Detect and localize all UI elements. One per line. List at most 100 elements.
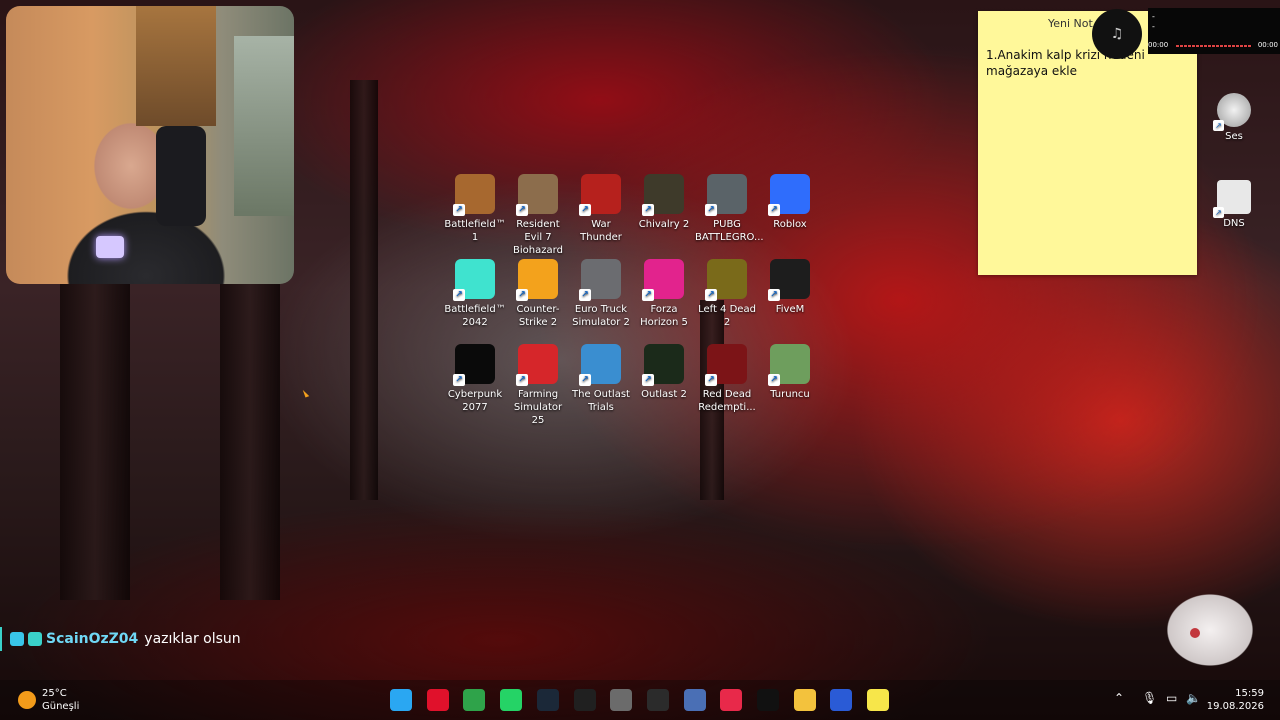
photos-icon[interactable] <box>830 689 853 711</box>
epic-games-icon[interactable] <box>573 689 596 711</box>
sun-icon <box>18 691 36 709</box>
chat-badge-icon <box>28 632 42 646</box>
counter-strike-icon: ↗ <box>516 259 558 301</box>
taskbar: 25°C Güneşli ⌃ 🎙 ▭ 🔈 15:59 19.08.2026 <box>0 680 1280 720</box>
weather-desc: Güneşli <box>42 701 80 712</box>
chat-username: ScainOzZ04 <box>46 631 139 647</box>
desktop-icon-forza[interactable]: ↗ Forza Horizon 5 <box>632 255 696 329</box>
shortcut-arrow-icon: ↗ <box>453 374 465 386</box>
battlefield-1-icon: ↗ <box>453 174 495 216</box>
desktop-icon-fivem[interactable]: ↗ FiveM <box>758 255 822 316</box>
album-art-icon[interactable]: ♫ <box>1092 9 1142 59</box>
desktop-icon-turuncu[interactable]: ↗ Turuncu <box>758 340 822 401</box>
red-dead-icon: ↗ <box>705 344 747 386</box>
weather-widget[interactable]: 25°C Güneşli <box>18 687 79 713</box>
mouse-cursor-icon <box>302 388 310 398</box>
fivem-icon: ↗ <box>768 259 810 301</box>
desktop-icon-label: War Thunder <box>580 219 622 243</box>
pubg-icon: ↗ <box>705 174 747 216</box>
github-desktop-icon[interactable] <box>610 689 633 711</box>
clock-date: 19.08.2026 <box>1206 701 1264 712</box>
sticky-notes-icon[interactable] <box>867 689 890 711</box>
desktop-icon-label: Resident Evil 7 Biohazard <box>513 219 563 256</box>
desktop-icon-label: Cyberpunk 2077 <box>447 389 503 413</box>
desktop-icon-dns[interactable]: ↗ DNS <box>1209 180 1259 229</box>
chevron-up-icon[interactable]: ⌃ <box>1114 691 1124 705</box>
chat-message: ScainOzZ04 yazıklar olsun <box>0 627 241 651</box>
media-progress-bar[interactable] <box>1176 45 1252 47</box>
desktop-icon-label: Left 4 Dead 2 <box>698 304 756 328</box>
chrome-icon[interactable] <box>463 689 486 711</box>
desktop-icon-label: Counter-Strike 2 <box>516 304 560 328</box>
desktop-icon-euro-truck[interactable]: ↗ Euro Truck Simulator 2 <box>569 255 633 329</box>
desktop-icon-label: Turuncu <box>770 389 810 400</box>
desktop-icon-battlefield-1[interactable]: ↗ Battlefield™ 1 <box>443 170 507 244</box>
desktop-icon-label: Roblox <box>773 219 807 230</box>
desktop-icon-label: DNS <box>1223 218 1245 229</box>
desktop-icon-label: The Outlast Trials <box>572 389 630 413</box>
desktop-icon-chivalry[interactable]: ↗ Chivalry 2 <box>632 170 696 231</box>
war-thunder-icon: ↗ <box>579 174 621 216</box>
desktop-icon-label: Euro Truck Simulator 2 <box>572 304 630 328</box>
tree-trunk <box>350 80 378 500</box>
desktop-icon-label: FiveM <box>775 304 805 315</box>
shortcut-arrow-icon: ↗ <box>705 204 717 216</box>
desktop-icon-ses[interactable]: ↗ Ses <box>1209 93 1259 142</box>
webcam-background-shelf <box>136 6 216 126</box>
webcam-microphone <box>96 236 124 258</box>
euro-truck-icon: ↗ <box>579 259 621 301</box>
shortcut-arrow-icon: ↗ <box>453 204 465 216</box>
network-icon[interactable]: ▭ <box>1166 691 1177 705</box>
speaker-icon: ↗ <box>1213 93 1251 131</box>
webcam-background-window <box>234 36 294 216</box>
capcut-icon[interactable] <box>757 689 779 711</box>
chat-badge-icon <box>10 632 24 646</box>
media-player-icon[interactable] <box>720 689 743 711</box>
forza-icon: ↗ <box>642 259 684 301</box>
desktop-icon-resident-evil[interactable]: ↗ Resident Evil 7 Biohazard <box>506 170 570 257</box>
whatsapp-icon[interactable] <box>500 689 523 711</box>
shortcut-arrow-icon: ↗ <box>1213 207 1224 218</box>
desktop-icon-label: Chivalry 2 <box>638 219 690 230</box>
desktop-icon-label: Forza Horizon 5 <box>640 304 688 328</box>
desktop-icon-label: Ses <box>1225 131 1243 142</box>
cyberpunk-icon: ↗ <box>453 344 495 386</box>
desktop-icon-pubg[interactable]: ↗ PUBG BATTLEGRO... <box>695 170 764 244</box>
desktop-icon-cyberpunk[interactable]: ↗ Cyberpunk 2077 <box>443 340 507 414</box>
opera-icon[interactable] <box>426 689 449 711</box>
rat-eye <box>1190 628 1200 638</box>
steam-icon[interactable] <box>536 689 559 711</box>
desktop-icon-left4dead[interactable]: ↗ Left 4 Dead 2 <box>695 255 759 329</box>
desktop-icon-counter-strike[interactable]: ↗ Counter-Strike 2 <box>506 255 570 329</box>
desktop-icon-battlefield-2042[interactable]: ↗ Battlefield™ 2042 <box>443 255 507 329</box>
volume-icon[interactable]: 🔈 <box>1186 691 1201 705</box>
sticky-note-title: Yeni Not <box>1048 17 1093 30</box>
shortcut-arrow-icon: ↗ <box>579 204 591 216</box>
media-widget[interactable]: ♫ - - 00:00 00:00 <box>1092 6 1280 59</box>
shortcut-arrow-icon: ↗ <box>768 374 780 386</box>
resident-evil-icon: ↗ <box>516 174 558 216</box>
shortcut-arrow-icon: ↗ <box>516 289 528 301</box>
desktop-icon-farming-sim[interactable]: ↗ Farming Simulator 25 <box>506 340 570 427</box>
dns-gear-icon: ↗ <box>1213 180 1251 218</box>
file-explorer-icon[interactable] <box>793 689 816 711</box>
chat-text: yazıklar olsun <box>144 631 241 647</box>
left4dead-icon: ↗ <box>705 259 747 301</box>
desktop-icon-outlast-trials[interactable]: ↗ The Outlast Trials <box>569 340 633 414</box>
notepad-icon[interactable] <box>683 689 706 711</box>
start-button-icon[interactable] <box>390 689 412 711</box>
desktop-icon-red-dead[interactable]: ↗ Red Dead Redempti... <box>695 340 759 414</box>
terminal-icon[interactable] <box>646 689 669 711</box>
weather-temp: 25°C <box>42 688 67 699</box>
shortcut-arrow-icon: ↗ <box>516 374 528 386</box>
desktop-icon-roblox[interactable]: ↗ Roblox <box>758 170 822 231</box>
chivalry-icon: ↗ <box>642 174 684 216</box>
desktop-icon-label: Battlefield™ 2042 <box>444 304 506 328</box>
shortcut-arrow-icon: ↗ <box>1213 120 1224 131</box>
outlast-2-icon: ↗ <box>642 344 684 386</box>
shortcut-arrow-icon: ↗ <box>642 289 654 301</box>
system-clock[interactable]: 15:59 19.08.2026 <box>1207 687 1264 713</box>
desktop-icon-outlast-2[interactable]: ↗ Outlast 2 <box>632 340 696 401</box>
microphone-icon[interactable]: 🎙 <box>1142 691 1157 705</box>
desktop-icon-war-thunder[interactable]: ↗ War Thunder <box>569 170 633 244</box>
